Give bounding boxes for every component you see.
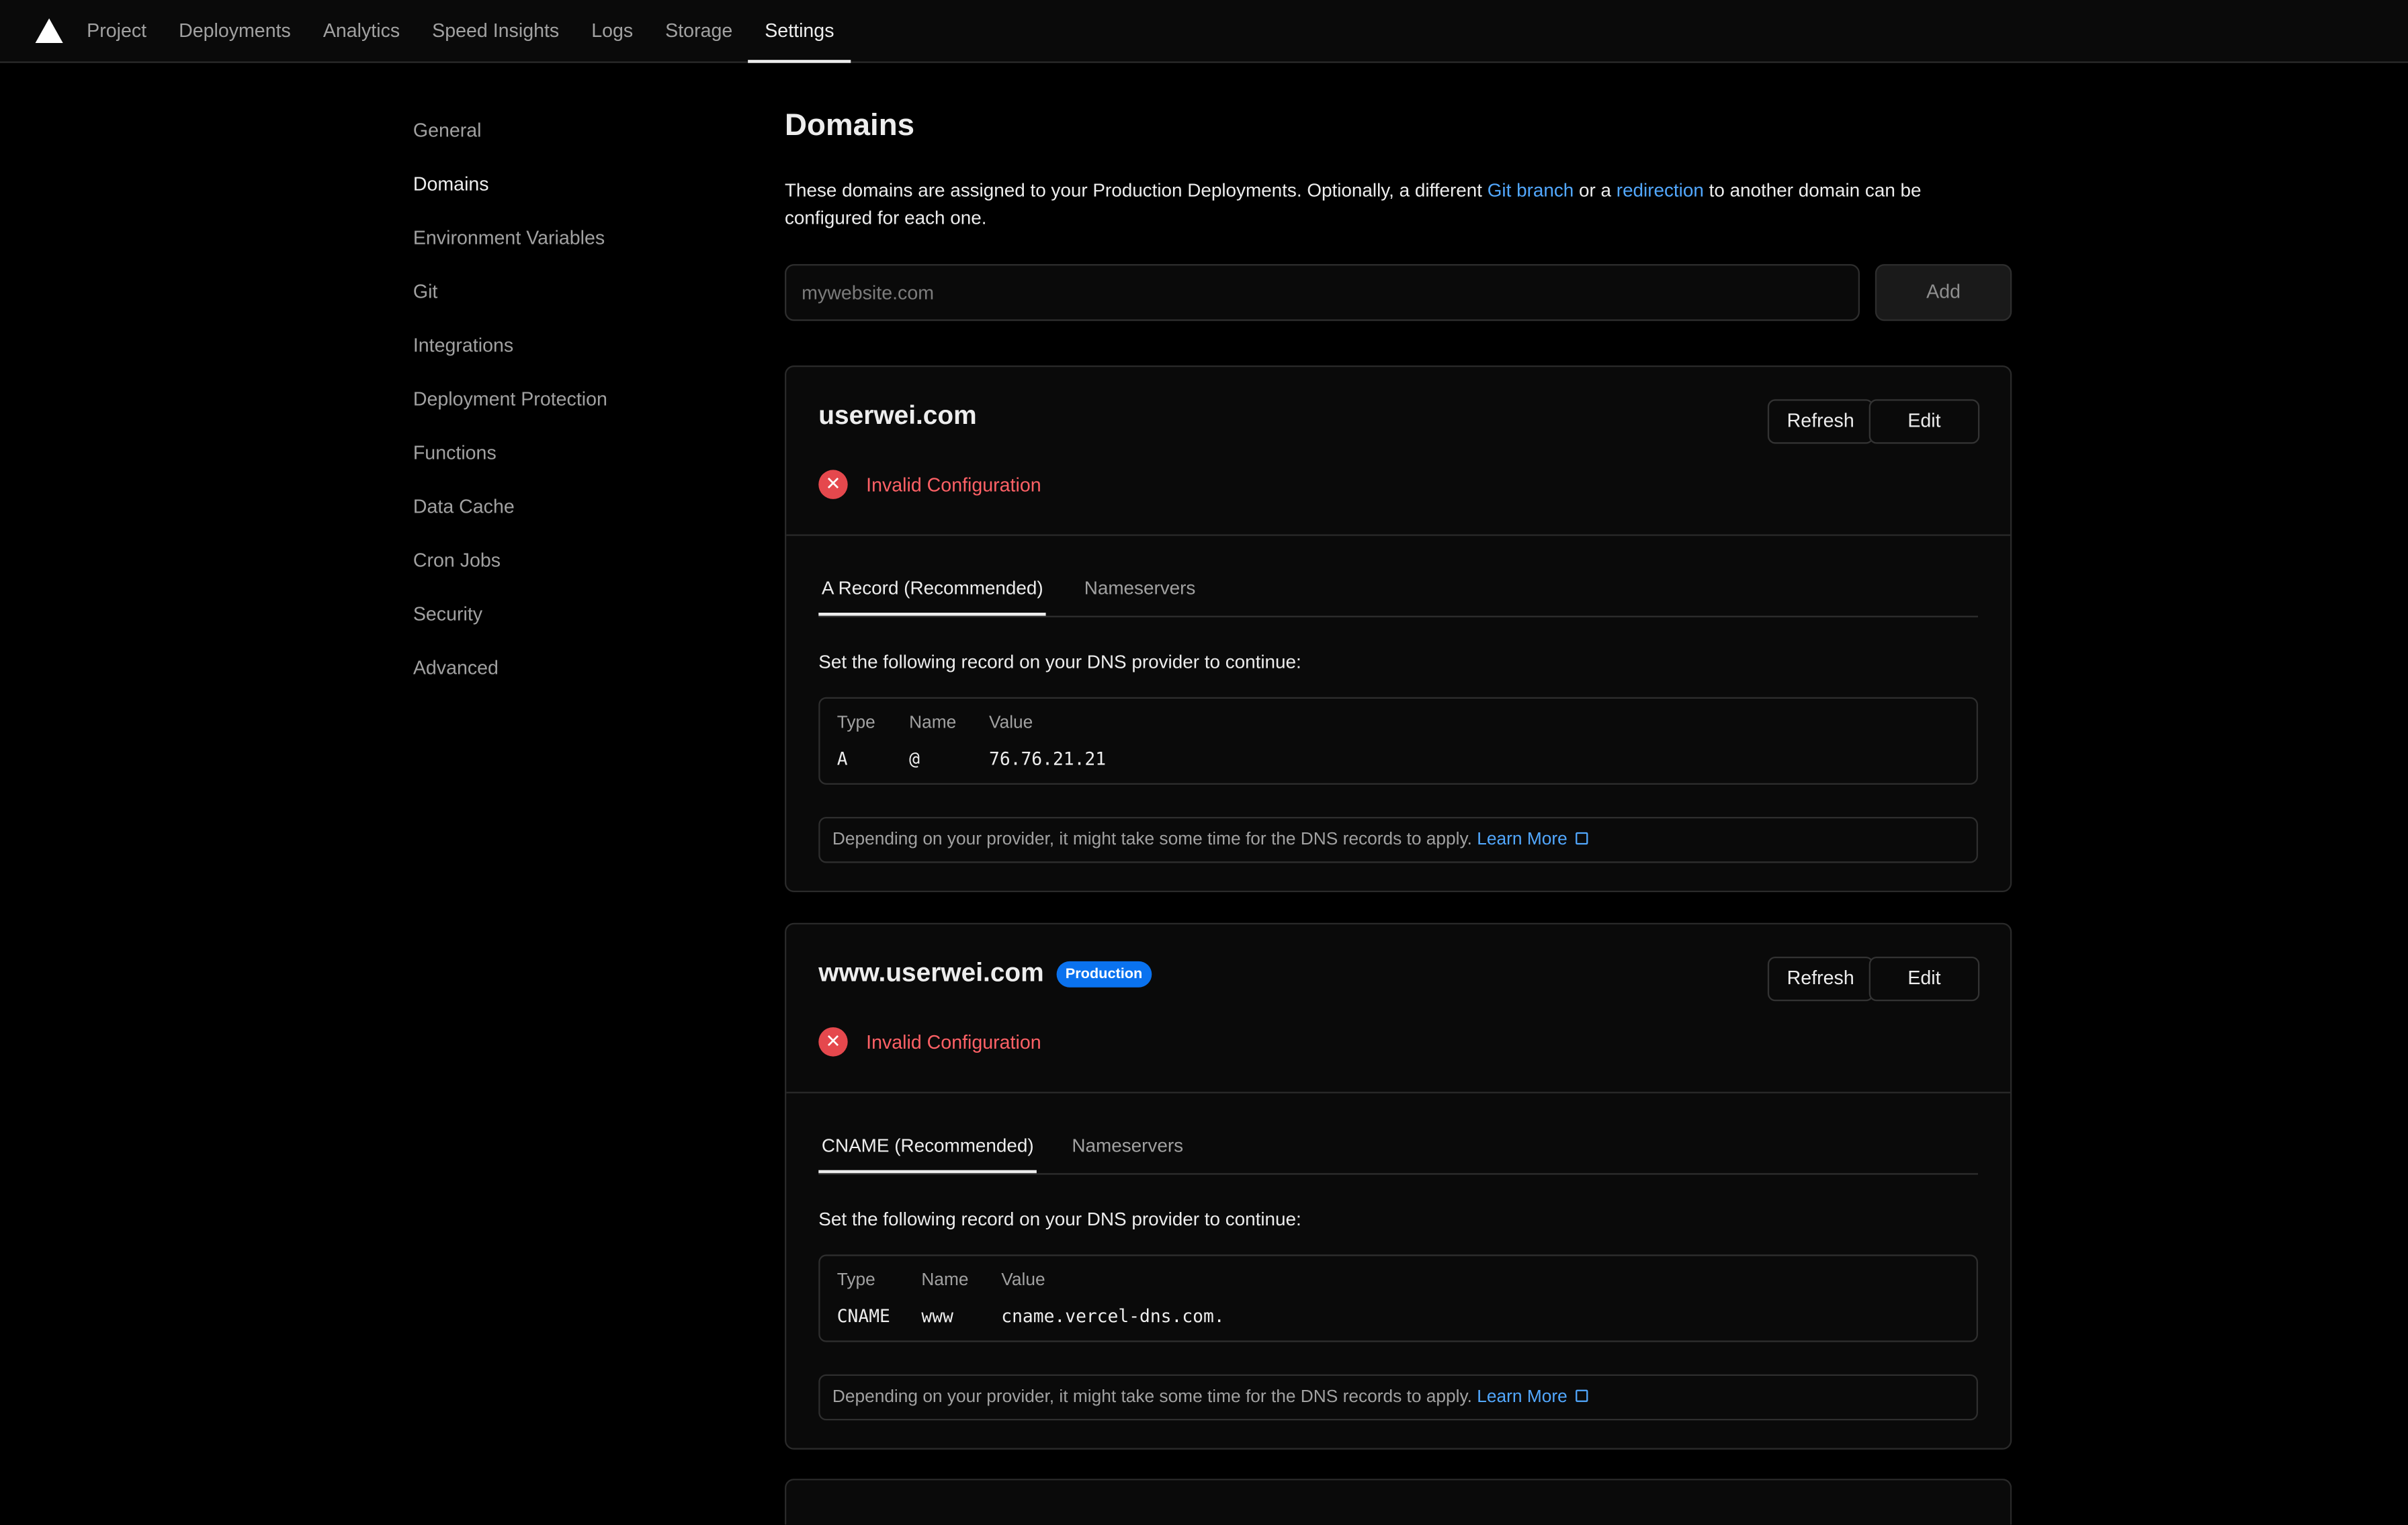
record-tabs: A Record (Recommended) Nameservers <box>818 536 1979 617</box>
tab-cname[interactable]: CNAME (Recommended) <box>818 1130 1037 1174</box>
error-x-icon: ✕ <box>818 470 848 499</box>
status-text: Invalid Configuration <box>866 1031 1041 1053</box>
sidebar-item-advanced[interactable]: Advanced <box>413 645 607 699</box>
redirection-link[interactable]: redirection <box>1617 179 1704 201</box>
top-nav: Project Deployments Analytics Speed Insi… <box>0 0 2408 63</box>
external-link-icon <box>1575 1389 1588 1402</box>
sidebar-item-cron-jobs[interactable]: Cron Jobs <box>413 537 607 591</box>
nav-tab-project[interactable]: Project <box>71 0 163 61</box>
propagation-note: Depending on your provider, it might tak… <box>818 1374 1979 1421</box>
dns-instruction: Set the following record on your DNS pro… <box>818 1208 1301 1230</box>
sidebar-item-domains[interactable]: Domains <box>413 161 607 215</box>
learn-more-link[interactable]: Learn More <box>1477 831 1588 849</box>
status-text: Invalid Configuration <box>866 474 1041 496</box>
header-name: Name <box>909 713 957 733</box>
edit-button[interactable]: Edit <box>1868 957 1980 1002</box>
dns-record-box: Type Name Value A @ 76.76.21.21 <box>818 697 1979 785</box>
domain-card-www-userwei: www.userwei.com Production Refresh Edit ✕… <box>785 922 2012 1450</box>
propagation-note: Depending on your provider, it might tak… <box>818 817 1979 863</box>
add-domain-row: Add <box>785 264 2012 321</box>
tab-nameservers[interactable]: Nameservers <box>1069 1130 1187 1173</box>
header-value: Value <box>989 713 1033 733</box>
nav-tab-settings[interactable]: Settings <box>748 0 851 63</box>
domain-name: www.userwei.com Production <box>818 958 1152 989</box>
git-branch-link[interactable]: Git branch <box>1488 179 1574 201</box>
edit-button[interactable]: Edit <box>1868 399 1980 444</box>
sidebar-item-security[interactable]: Security <box>413 591 607 645</box>
dns-instruction: Set the following record on your DNS pro… <box>818 651 1301 673</box>
domain-input[interactable] <box>785 264 1860 321</box>
status-row: ✕ Invalid Configuration <box>818 470 1041 499</box>
vercel-logo-icon[interactable] <box>35 18 63 43</box>
sidebar-item-deployment-protection[interactable]: Deployment Protection <box>413 376 607 430</box>
header-name: Name <box>921 1271 969 1291</box>
sidebar-item-integrations[interactable]: Integrations <box>413 322 607 376</box>
dns-record-box: Type Name Value CNAME www cname.vercel-d… <box>818 1254 1979 1342</box>
tab-nameservers[interactable]: Nameservers <box>1081 573 1199 616</box>
production-badge: Production <box>1056 960 1152 987</box>
domain-card-userwei: userwei.com Refresh Edit ✕ Invalid Confi… <box>785 365 2012 892</box>
header-type: Type <box>836 1271 875 1291</box>
domain-name: userwei.com <box>818 400 977 430</box>
sidebar-item-general[interactable]: General <box>413 107 607 161</box>
record-name: @ <box>909 748 920 770</box>
sidebar-item-git[interactable]: Git <box>413 269 607 322</box>
status-row: ✕ Invalid Configuration <box>818 1027 1041 1057</box>
domain-card-partial <box>785 1479 2012 1525</box>
settings-sidebar: General Domains Environment Variables Gi… <box>413 107 607 699</box>
sidebar-item-data-cache[interactable]: Data Cache <box>413 484 607 537</box>
header-value: Value <box>1001 1271 1045 1291</box>
sidebar-item-functions[interactable]: Functions <box>413 430 607 484</box>
nav-tab-deployments[interactable]: Deployments <box>163 0 307 61</box>
tab-a-record[interactable]: A Record (Recommended) <box>818 573 1047 616</box>
nav-tab-analytics[interactable]: Analytics <box>307 0 416 61</box>
record-name: www <box>921 1305 953 1327</box>
nav-tabs: Project Deployments Analytics Speed Insi… <box>71 0 851 63</box>
nav-tab-logs[interactable]: Logs <box>575 0 649 61</box>
record-value: cname.vercel-dns.com. <box>1001 1305 1225 1327</box>
refresh-button[interactable]: Refresh <box>1767 399 1874 444</box>
page-title: Domains <box>785 109 915 143</box>
error-x-icon: ✕ <box>818 1027 848 1057</box>
external-link-icon <box>1575 832 1588 845</box>
page-description: These domains are assigned to your Produ… <box>785 179 1922 228</box>
record-value: 76.76.21.21 <box>989 748 1107 770</box>
domains-main: Domains These domains are assigned to yo… <box>785 101 2012 1525</box>
sidebar-item-environment-variables[interactable]: Environment Variables <box>413 215 607 269</box>
record-type: CNAME <box>836 1305 890 1327</box>
nav-tab-storage[interactable]: Storage <box>649 0 748 61</box>
refresh-button[interactable]: Refresh <box>1767 957 1874 1002</box>
add-domain-button[interactable]: Add <box>1875 264 2012 321</box>
header-type: Type <box>836 713 875 733</box>
learn-more-link[interactable]: Learn More <box>1477 1388 1588 1407</box>
record-tabs: CNAME (Recommended) Nameservers <box>818 1093 1979 1175</box>
record-type: A <box>836 748 848 770</box>
nav-tab-speed-insights[interactable]: Speed Insights <box>416 0 575 61</box>
